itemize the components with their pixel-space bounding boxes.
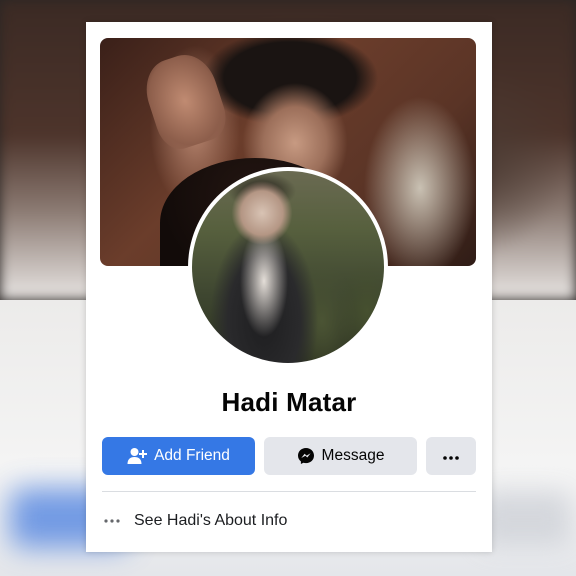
profile-picture-frame <box>188 167 388 367</box>
cover-photo-detail <box>137 47 233 155</box>
profile-card: Hadi Matar Add Friend Message See Hadi's… <box>86 22 492 552</box>
person-plus-icon <box>127 447 148 465</box>
message-button[interactable]: Message <box>264 437 417 475</box>
profile-name: Hadi Matar <box>221 387 357 417</box>
about-info-link[interactable]: See Hadi's About Info <box>104 510 287 532</box>
profile-picture[interactable] <box>192 171 384 363</box>
more-dots-icon <box>104 519 120 523</box>
message-label: Message <box>321 447 385 464</box>
more-dots-icon <box>443 447 459 465</box>
divider <box>102 491 476 492</box>
blurred-background-button <box>480 492 570 546</box>
more-options-button[interactable] <box>426 437 476 475</box>
about-info-label: See Hadi's About Info <box>134 512 288 529</box>
messenger-icon <box>297 447 315 465</box>
add-friend-button[interactable]: Add Friend <box>102 437 255 475</box>
add-friend-label: Add Friend <box>154 447 230 464</box>
